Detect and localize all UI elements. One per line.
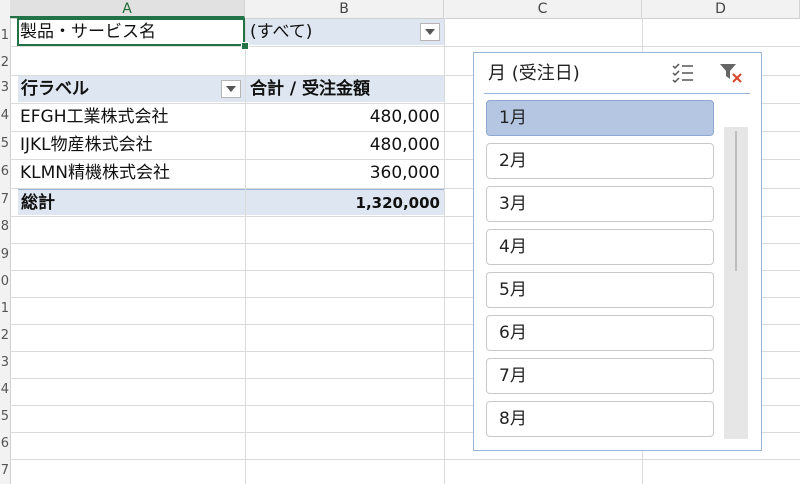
filter-field-value[interactable]: (すべて) xyxy=(246,19,444,45)
row-header[interactable]: 16 xyxy=(0,436,9,452)
row-header[interactable]: 9 xyxy=(1,247,9,263)
pivot-row-label[interactable]: EFGH工業株式会社 xyxy=(20,104,245,130)
row-header[interactable]: 12 xyxy=(0,328,9,344)
column-header-a[interactable]: A xyxy=(10,0,245,18)
pivot-row-value[interactable]: 480,000 xyxy=(246,132,440,158)
slicer-item-list: 1月 2月 3月 4月 5月 6月 7月 8月 xyxy=(486,100,718,445)
row-header[interactable]: 1 xyxy=(1,28,9,44)
slicer-item[interactable]: 6月 xyxy=(486,315,714,351)
row-label-filter-button[interactable] xyxy=(221,80,241,98)
active-cell-selection xyxy=(17,18,245,46)
slicer-item[interactable]: 5月 xyxy=(486,272,714,308)
pivot-row-value[interactable]: 360,000 xyxy=(246,160,440,186)
column-header-c[interactable]: C xyxy=(444,0,642,18)
slicer-item[interactable]: 8月 xyxy=(486,401,714,437)
clear-filter-icon[interactable] xyxy=(718,61,744,85)
row-header[interactable]: 3 xyxy=(1,80,9,96)
pivot-total-label[interactable]: 総計 xyxy=(18,189,245,215)
row-header[interactable]: 8 xyxy=(1,219,9,235)
column-header-b[interactable]: B xyxy=(245,0,444,18)
row-gridline xyxy=(10,46,800,47)
row-header[interactable]: 17 xyxy=(0,463,9,479)
row-header[interactable]: 10 xyxy=(0,274,9,290)
row-header[interactable]: 14 xyxy=(0,382,9,398)
month-slicer[interactable]: 月 (受注日) 1月 2月 3月 4月 5月 6月 7月 8月 xyxy=(473,52,762,451)
filter-dropdown-button[interactable] xyxy=(420,23,440,41)
row-header-bar: 1234567891011121314151617 xyxy=(0,18,11,484)
row-header[interactable]: 2 xyxy=(1,55,9,71)
slicer-item[interactable]: 3月 xyxy=(486,186,714,222)
slicer-item[interactable]: 1月 xyxy=(486,100,714,136)
slicer-scrollbar[interactable] xyxy=(724,127,748,439)
row-header[interactable]: 5 xyxy=(1,136,9,152)
fill-handle[interactable] xyxy=(241,42,249,50)
multi-select-icon[interactable] xyxy=(670,61,696,85)
row-header[interactable]: 4 xyxy=(1,108,9,124)
column-header-d[interactable]: D xyxy=(642,0,800,18)
row-header[interactable]: 11 xyxy=(0,301,9,317)
row-header[interactable]: 7 xyxy=(1,192,9,208)
pivot-value-header[interactable]: 合計 / 受注金額 xyxy=(246,76,444,102)
row-header[interactable]: 6 xyxy=(1,164,9,180)
pivot-row-label-header[interactable]: 行ラベル xyxy=(18,76,245,102)
pivot-row-value[interactable]: 480,000 xyxy=(246,104,440,130)
row-header[interactable]: 13 xyxy=(0,355,9,371)
column-gridline xyxy=(444,18,445,484)
slicer-item[interactable]: 7月 xyxy=(486,358,714,394)
row-gridline xyxy=(10,459,800,460)
chevron-down-icon xyxy=(425,29,435,35)
slicer-item[interactable]: 2月 xyxy=(486,143,714,179)
pivot-row-label[interactable]: IJKL物産株式会社 xyxy=(20,132,245,158)
chevron-down-icon xyxy=(226,86,236,92)
column-header-bar: A B C D xyxy=(0,0,800,19)
row-header[interactable]: 15 xyxy=(0,409,9,425)
slicer-item[interactable]: 4月 xyxy=(486,229,714,265)
slicer-divider xyxy=(484,93,750,94)
slicer-scroll-thumb[interactable] xyxy=(735,131,737,271)
pivot-row-label[interactable]: KLMN精機株式会社 xyxy=(20,160,245,186)
slicer-title: 月 (受注日) xyxy=(488,63,580,84)
pivot-total-value[interactable]: 1,320,000 xyxy=(246,189,444,215)
